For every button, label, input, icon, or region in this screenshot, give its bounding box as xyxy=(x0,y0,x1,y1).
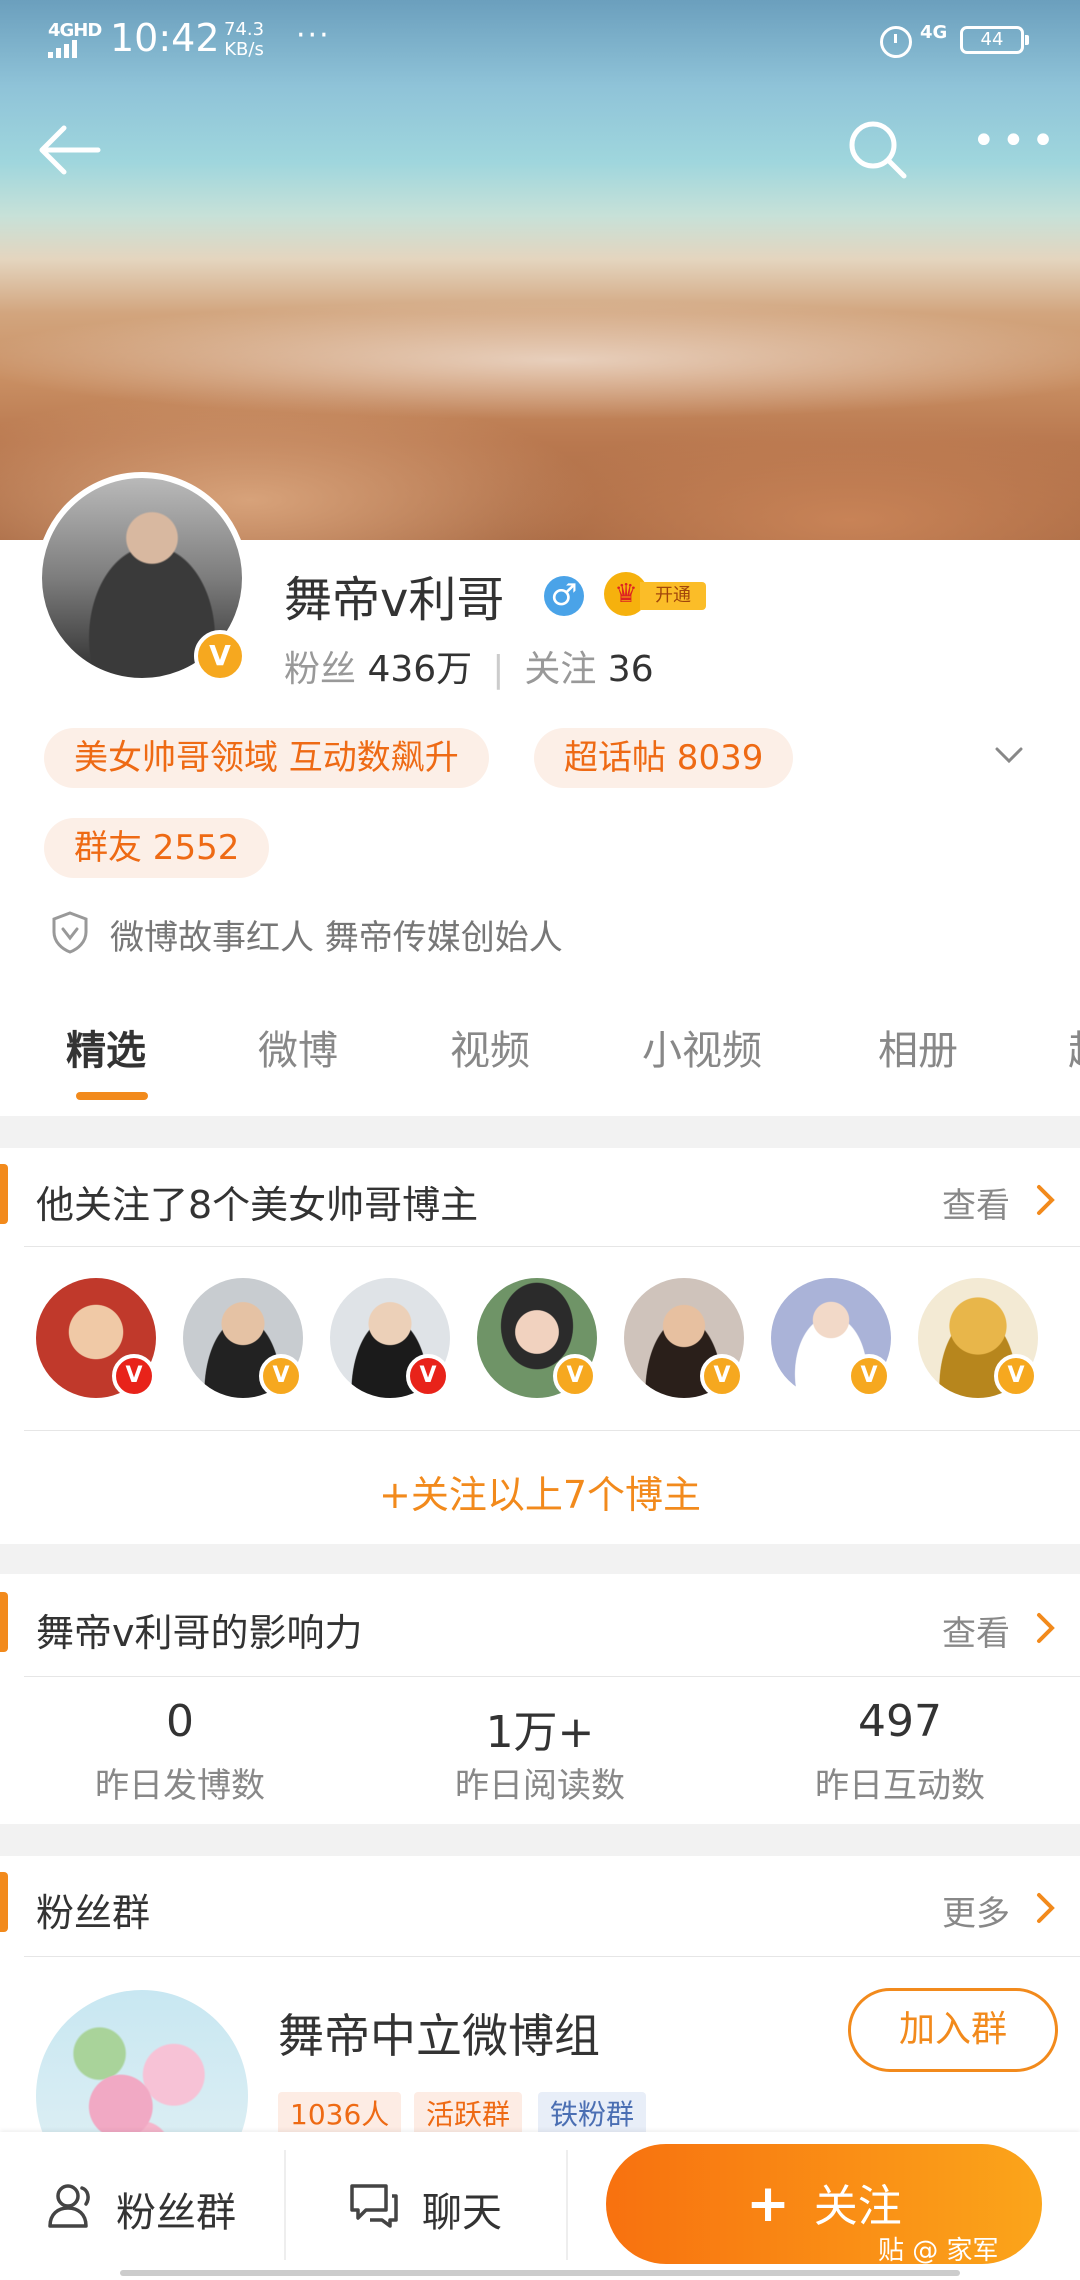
follow-label: 关注 xyxy=(813,2181,902,2232)
chevron-right-icon[interactable] xyxy=(1036,1892,1056,1924)
vip-open-label: 开通 xyxy=(640,582,706,610)
follow-all-button[interactable]: +关注以上7个博主 xyxy=(0,1464,1080,1519)
verification-info: 微博故事红人 舞帝传媒创始人 xyxy=(110,918,563,958)
vip-open-badge[interactable]: ♛ 开通 xyxy=(604,572,708,618)
chat-button[interactable]: 聊天 xyxy=(422,2180,502,2238)
fan-group-title: 粉丝群 xyxy=(36,1891,151,1935)
back-arrow-icon[interactable] xyxy=(36,122,102,178)
verified-v-icon: V xyxy=(259,1354,303,1398)
section-accent xyxy=(0,1164,8,1224)
profile-name: 舞帝v利哥 xyxy=(284,572,505,628)
influence-view-link[interactable]: 查看 xyxy=(942,1606,1010,1655)
watermark-text: 贴 @ 家军 xyxy=(878,2236,999,2266)
tag-group-pill[interactable]: 群友 2552 xyxy=(44,818,270,878)
following-view-link[interactable]: 查看 xyxy=(942,1178,1010,1227)
active-tab-indicator xyxy=(76,1092,148,1100)
fans-label: 粉丝 xyxy=(284,649,357,690)
chevron-right-icon[interactable] xyxy=(1036,1184,1056,1216)
interactions-yesterday-label: 昨日互动数 xyxy=(815,1766,985,1806)
verified-v-icon: V xyxy=(553,1354,597,1398)
tab-weibo[interactable]: 微博 xyxy=(258,1018,338,1076)
verified-v-icon: V xyxy=(847,1354,891,1398)
following-count[interactable]: 关注 36 xyxy=(524,649,653,690)
fans-count[interactable]: 粉丝 436万 xyxy=(284,649,472,690)
tab-video[interactable]: 视频 xyxy=(450,1018,530,1076)
following-value: 36 xyxy=(607,649,654,690)
verified-v-icon: V xyxy=(112,1354,156,1398)
tab-short-video[interactable]: 小视频 xyxy=(642,1018,762,1076)
following-label: 关注 xyxy=(524,649,597,690)
tab-super[interactable]: 超 xyxy=(1068,1018,1080,1076)
divider xyxy=(24,1246,1080,1247)
divider xyxy=(24,1430,1080,1431)
verified-v-icon: V xyxy=(994,1354,1038,1398)
fans-value: 436万 xyxy=(367,649,473,690)
male-gender-icon: ♂ xyxy=(544,576,584,616)
reads-yesterday-label: 昨日阅读数 xyxy=(455,1766,625,1806)
fan-group-name[interactable]: 舞帝中立微博组 xyxy=(278,2000,600,2066)
tab-featured[interactable]: 精选 xyxy=(66,1018,146,1076)
cover-dune xyxy=(500,420,1080,540)
stats-divider: | xyxy=(492,649,505,690)
tab-album[interactable]: 相册 xyxy=(878,1018,958,1076)
verified-v-icon: V xyxy=(194,630,246,682)
shield-icon xyxy=(52,911,88,954)
posts-yesterday-value: 0 xyxy=(166,1696,194,1747)
profile-stats: 粉丝 436万 | 关注 36 xyxy=(284,640,654,692)
tag-supertopic-pill[interactable]: 超话帖 8039 xyxy=(534,728,794,788)
chat-icon[interactable] xyxy=(348,2180,400,2232)
network-4g: 4G xyxy=(920,22,948,43)
more-options-icon[interactable]: ••• xyxy=(972,121,1055,174)
divider xyxy=(24,1676,1080,1677)
tag-domain-pill[interactable]: 美女帅哥领域 互动数飙升 xyxy=(44,728,489,788)
net-speed-value: 74.3 xyxy=(224,19,265,40)
divider xyxy=(566,2150,568,2260)
status-bar: 4GHD 10:42 74.3 KB/s ··· 4G 44 xyxy=(0,0,1080,84)
fans-group-button[interactable]: 粉丝群 xyxy=(116,2180,236,2238)
clock: 10:42 xyxy=(110,16,220,60)
following-title: 他关注了8个美女帅哥博主 xyxy=(36,1183,479,1227)
reads-yesterday-value: 1万+ xyxy=(485,1707,595,1758)
verified-v-icon: V xyxy=(406,1354,450,1398)
verified-v-icon: V xyxy=(700,1354,744,1398)
divider xyxy=(284,2150,286,2260)
home-indicator[interactable] xyxy=(120,2270,960,2276)
net-speed-unit: KB/s xyxy=(224,39,264,60)
battery-icon: 44 xyxy=(960,26,1029,54)
chevron-right-icon[interactable] xyxy=(1036,1612,1056,1644)
net-speed: 74.3 KB/s xyxy=(224,20,264,60)
signal-icon xyxy=(48,38,78,58)
section-accent xyxy=(0,1872,8,1932)
join-group-button[interactable]: 加入群 xyxy=(848,1988,1058,2072)
plus-icon: + xyxy=(746,2174,790,2234)
influence-title: 舞帝v利哥的影响力 xyxy=(36,1611,363,1655)
chevron-down-icon[interactable] xyxy=(994,740,1024,770)
interactions-yesterday-value: 497 xyxy=(858,1696,942,1747)
divider xyxy=(24,1956,1080,1957)
alarm-icon xyxy=(880,26,912,58)
search-icon[interactable] xyxy=(846,118,910,182)
fans-group-icon[interactable] xyxy=(46,2182,96,2230)
fan-group-more-link[interactable]: 更多 xyxy=(942,1886,1010,1935)
section-accent xyxy=(0,1592,8,1652)
posts-yesterday-label: 昨日发博数 xyxy=(95,1766,265,1806)
status-more: ··· xyxy=(296,18,331,53)
